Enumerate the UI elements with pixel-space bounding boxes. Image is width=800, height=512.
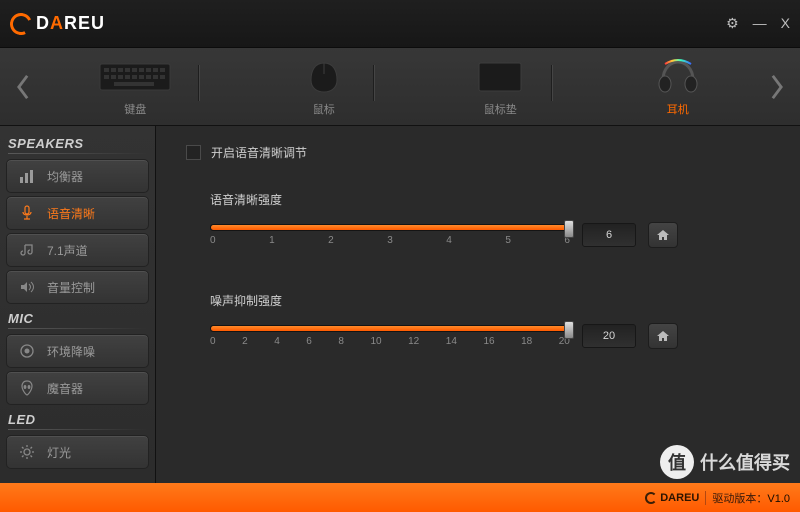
- section-speakers: SPEAKERS: [6, 132, 149, 156]
- close-button[interactable]: X: [781, 15, 790, 32]
- brand-logo: DAREU: [10, 13, 105, 35]
- slider-ticks: 0123456: [210, 235, 570, 246]
- sidebar-item-volume[interactable]: 音量控制: [6, 270, 149, 304]
- headset-icon: [655, 57, 701, 97]
- noise-reset-button[interactable]: [648, 323, 678, 349]
- logo-swirl-icon: [7, 9, 35, 37]
- slider-noise: 噪声抑制强度 02468101214161820 20: [186, 292, 770, 349]
- tab-mousepad[interactable]: 鼠标垫: [458, 53, 542, 121]
- home-icon: [656, 329, 670, 343]
- footer: DAREU 驱动版本：V1.0: [0, 483, 800, 512]
- keyboard-icon: [99, 57, 171, 97]
- section-mic: MIC: [6, 307, 149, 331]
- version-label: 驱动版本：V1.0: [712, 490, 790, 506]
- content-panel: 开启语音清晰调节 语音清晰强度 0123456 6 噪声抑制强度: [156, 126, 800, 483]
- sidebar-item-label: 环境降噪: [47, 343, 95, 360]
- sidebar-item-light[interactable]: 灯光: [6, 435, 149, 469]
- sidebar-item-voicefx[interactable]: 魔音器: [6, 371, 149, 405]
- footer-logo: DAREU: [645, 492, 699, 504]
- device-tabbar: 键盘 鼠标 鼠标垫 耳机: [0, 48, 800, 126]
- settings-icon[interactable]: ⚙: [726, 15, 739, 32]
- sidebar-item-label: 语音清晰: [47, 205, 95, 222]
- brand-name: DAREU: [36, 13, 105, 34]
- mouse-icon: [302, 57, 346, 97]
- sidebar-item-voice-clarity[interactable]: 语音清晰: [6, 196, 149, 230]
- tab-label: 键盘: [124, 101, 146, 117]
- logo-swirl-icon: [645, 492, 657, 504]
- sidebar-item-label: 魔音器: [47, 380, 83, 397]
- sidebar-item-noise[interactable]: 环境降噪: [6, 334, 149, 368]
- sidebar-item-surround[interactable]: 7.1声道: [6, 233, 149, 267]
- note-icon: [17, 243, 37, 257]
- light-icon: [17, 444, 37, 460]
- clarity-slider[interactable]: [210, 224, 570, 231]
- tab-label: 鼠标垫: [484, 101, 517, 117]
- enable-checkbox[interactable]: [186, 145, 201, 160]
- mousepad-icon: [476, 57, 524, 97]
- enable-label: 开启语音清晰调节: [211, 144, 307, 161]
- target-icon: [17, 343, 37, 359]
- noise-value: 20: [582, 324, 636, 348]
- sidebar-item-label: 7.1声道: [47, 242, 88, 259]
- slider-ticks: 02468101214161820: [210, 336, 570, 347]
- clarity-reset-button[interactable]: [648, 222, 678, 248]
- noise-slider[interactable]: [210, 325, 570, 332]
- tab-mouse[interactable]: 鼠标: [284, 53, 364, 121]
- slider-label: 语音清晰强度: [210, 191, 770, 208]
- clarity-value: 6: [582, 223, 636, 247]
- window-controls: ⚙ — X: [726, 15, 790, 32]
- footer-divider: [705, 491, 706, 505]
- sidebar-item-equalizer[interactable]: 均衡器: [6, 159, 149, 193]
- sidebar-item-label: 均衡器: [47, 168, 83, 185]
- home-icon: [656, 228, 670, 242]
- mic-icon: [17, 205, 37, 221]
- slider-thumb[interactable]: [564, 220, 574, 238]
- slider-label: 噪声抑制强度: [210, 292, 770, 309]
- sidebar-item-label: 灯光: [47, 444, 71, 461]
- bars-icon: [17, 169, 37, 183]
- sidebar: SPEAKERS 均衡器 语音清晰 7.1声道 音量控制 MIC 环境降噪 魔音…: [0, 126, 156, 483]
- minimize-button[interactable]: —: [753, 15, 767, 32]
- tab-keyboard[interactable]: 键盘: [81, 53, 189, 121]
- alien-icon: [17, 380, 37, 396]
- slider-clarity: 语音清晰强度 0123456 6: [186, 191, 770, 248]
- slider-thumb[interactable]: [564, 321, 574, 339]
- sidebar-item-label: 音量控制: [47, 279, 95, 296]
- volume-icon: [17, 280, 37, 294]
- titlebar: DAREU ⚙ — X: [0, 0, 800, 48]
- tab-headset[interactable]: 耳机: [637, 53, 719, 121]
- tab-next-button[interactable]: [766, 67, 788, 107]
- tab-label: 耳机: [667, 101, 689, 117]
- tab-prev-button[interactable]: [12, 67, 34, 107]
- tab-label: 鼠标: [313, 101, 335, 117]
- enable-row: 开启语音清晰调节: [186, 144, 770, 161]
- section-led: LED: [6, 408, 149, 432]
